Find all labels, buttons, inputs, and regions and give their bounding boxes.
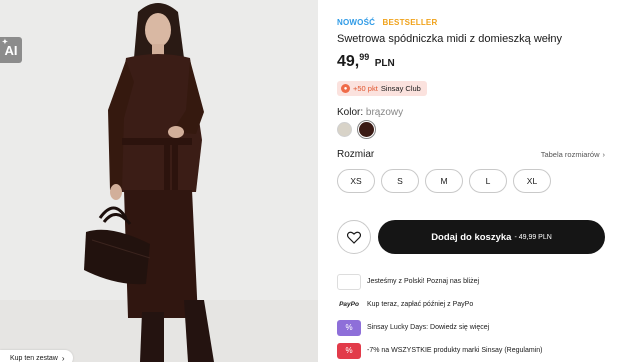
color-label-text: Kolor: [337,107,364,118]
add-to-cart-button[interactable]: Dodaj do koszyka - 49,99 PLN [378,220,605,254]
club-name: Sinsay Club [380,84,421,93]
sparkle-icon: ✦ [2,39,8,46]
size-guide-label: Tabela rozmiarów [540,150,600,159]
wishlist-button[interactable] [337,220,371,254]
perk-promo[interactable]: % -7% na WSZYSTKIE produkty marki Sinsay… [337,339,612,362]
perk-lucky-days[interactable]: % Sinsay Lucky Days: Dowiedz się więcej [337,316,612,339]
color-label: Kolor: brązowy [337,107,403,118]
product-badges: NOWOŚĆ BESTSELLER [337,18,437,27]
add-to-cart-label: Dodaj do koszyka [431,231,512,243]
perk-text: Sinsay Lucky Days: Dowiedz się więcej [367,324,490,331]
shop-the-look-button[interactable]: Kup ten zestaw › [0,350,73,362]
badge-new: NOWOŚĆ [337,18,376,27]
size-option-xs[interactable]: XS [337,169,375,193]
paypo-logo-icon: PayPo [339,301,359,308]
size-header: Rozmiar Tabela rozmiarów › [337,149,605,160]
color-swatch-beige[interactable] [337,122,352,137]
perk-text: Kup teraz, zapłać później z PayPo [367,301,474,308]
ai-badge: ✦ AI [0,37,22,63]
perks-list: Jesteśmy z Polski! Poznaj nas bliżej Pay… [337,270,612,362]
size-option-m[interactable]: M [425,169,463,193]
promo-tag-icon: % [337,342,361,359]
club-coin-icon: ● [341,84,350,93]
color-swatch-brown[interactable] [357,120,376,139]
size-option-s[interactable]: S [381,169,419,193]
size-options: XS S M L XL [337,169,551,193]
product-photo[interactable]: ✦ AI Kup ten zestaw › [0,0,318,362]
size-label: Rozmiar [337,149,375,160]
perk-text: Jesteśmy z Polski! Poznaj nas bliżej [367,278,480,285]
price-cents: 99 [359,52,370,62]
shop-the-look-label: Kup ten zestaw [10,354,58,362]
color-value: brązowy [365,107,404,118]
product-price: 49,99 PLN [337,52,395,71]
perk-paypo[interactable]: PayPo Kup teraz, zapłać później z PayPo [337,293,612,316]
perk-polish-brand[interactable]: Jesteśmy z Polski! Poznaj nas bliżej [337,270,612,293]
chevron-right-icon: › [602,150,606,159]
product-title: Swetrowa spódniczka midi z domieszką weł… [337,33,562,45]
poland-flag-icon [337,273,361,290]
chevron-right-icon: › [61,353,65,362]
add-to-cart-price: - 49,99 PLN [514,233,552,241]
size-option-l[interactable]: L [469,169,507,193]
color-swatches [337,120,376,139]
size-guide-link[interactable]: Tabela rozmiarów › [541,150,605,159]
price-whole: 49, [337,53,360,70]
product-info: NOWOŚĆ BESTSELLER Swetrowa spódniczka mi… [337,0,612,362]
heart-icon [347,231,361,244]
club-points: +50 pkt [353,84,378,93]
perk-text: -7% na WSZYSTKIE produkty marki Sinsay (… [367,347,543,354]
sinsay-club-badge[interactable]: ● +50 pkt Sinsay Club [337,81,427,96]
badge-bestseller: BESTSELLER [382,18,438,27]
size-option-xl[interactable]: XL [513,169,551,193]
lucky-days-icon: % [337,319,361,336]
model-illustration [0,3,318,362]
price-currency: PLN [374,58,395,69]
